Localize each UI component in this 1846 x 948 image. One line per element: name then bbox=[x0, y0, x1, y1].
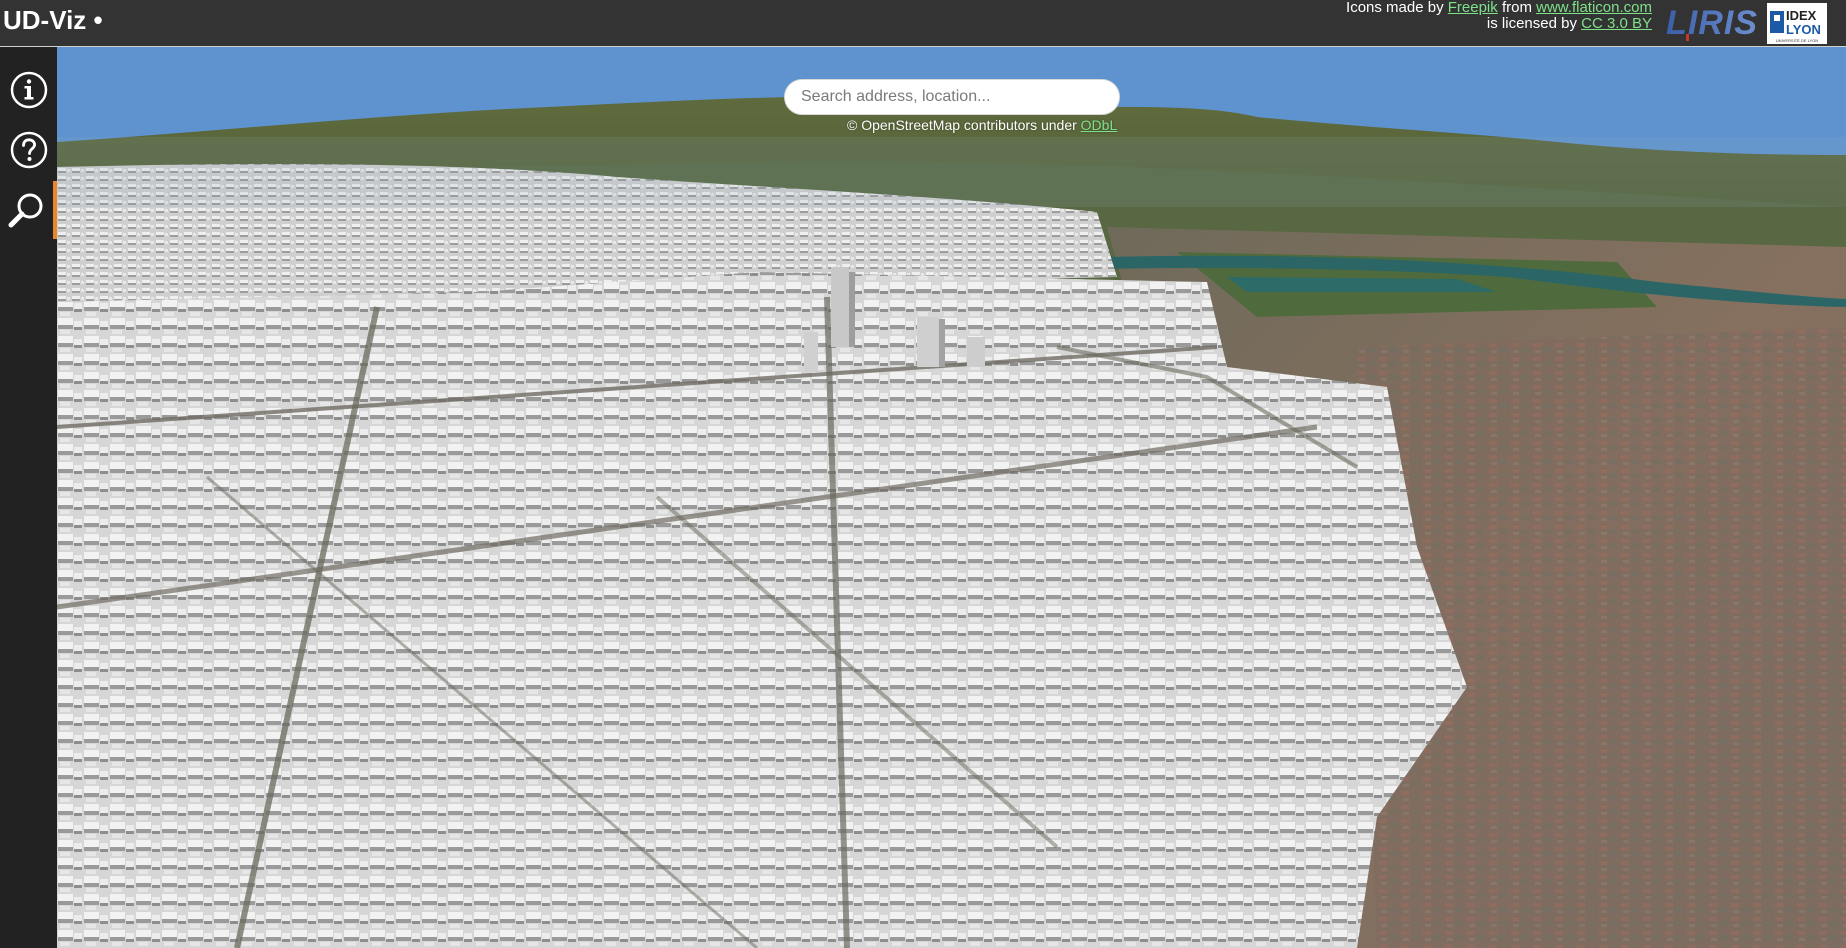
credits-line-2: is licensed by CC 3.0 BY bbox=[1346, 16, 1652, 32]
city-3d-scene[interactable] bbox=[57, 47, 1846, 948]
sidebar bbox=[0, 47, 57, 948]
odbl-link[interactable]: ODbL bbox=[1081, 117, 1118, 133]
3d-map-viewport[interactable]: © OpenStreetMap contributors under ODbL bbox=[57, 47, 1846, 948]
credits-mid: from bbox=[1497, 0, 1537, 16]
liris-logo-text: LIRIS bbox=[1666, 4, 1758, 42]
idex-text: IDEX bbox=[1786, 8, 1817, 23]
info-icon bbox=[10, 71, 47, 109]
sidebar-item-help[interactable] bbox=[0, 121, 57, 179]
sidebar-item-search[interactable] bbox=[0, 181, 57, 239]
idex-logo-graphic: IDEX LYON UNIVERSITÉ DE LYON bbox=[1770, 8, 1821, 43]
attribution-text: © OpenStreetMap contributors under bbox=[847, 117, 1081, 133]
map-attribution: © OpenStreetMap contributors under ODbL bbox=[847, 117, 1117, 133]
top-bar: UD-Viz • Icons made by Freepik from www.… bbox=[0, 0, 1846, 47]
credits-line-1: Icons made by Freepik from www.flaticon.… bbox=[1346, 0, 1652, 16]
idex-lyon-logo[interactable]: IDEX LYON UNIVERSITÉ DE LYON bbox=[1767, 3, 1827, 44]
cc-license-link[interactable]: CC 3.0 BY bbox=[1581, 15, 1652, 32]
liris-logo[interactable]: LIRIS bbox=[1662, 4, 1762, 44]
app-title: UD-Viz • bbox=[3, 5, 103, 35]
help-icon bbox=[10, 131, 47, 169]
lyon-text: LYON bbox=[1786, 22, 1821, 37]
idex-caption: UNIVERSITÉ DE LYON bbox=[1776, 38, 1818, 43]
freepik-link[interactable]: Freepik bbox=[1448, 0, 1498, 16]
search-icon bbox=[8, 193, 42, 228]
flaticon-link[interactable]: www.flaticon.com bbox=[1536, 0, 1652, 16]
sidebar-item-info[interactable] bbox=[0, 61, 57, 119]
credits-prefix: Icons made by bbox=[1346, 0, 1448, 16]
search-input[interactable] bbox=[784, 79, 1120, 115]
license-prefix: is licensed by bbox=[1486, 15, 1582, 32]
icon-credits: Icons made by Freepik from www.flaticon.… bbox=[1346, 0, 1652, 32]
